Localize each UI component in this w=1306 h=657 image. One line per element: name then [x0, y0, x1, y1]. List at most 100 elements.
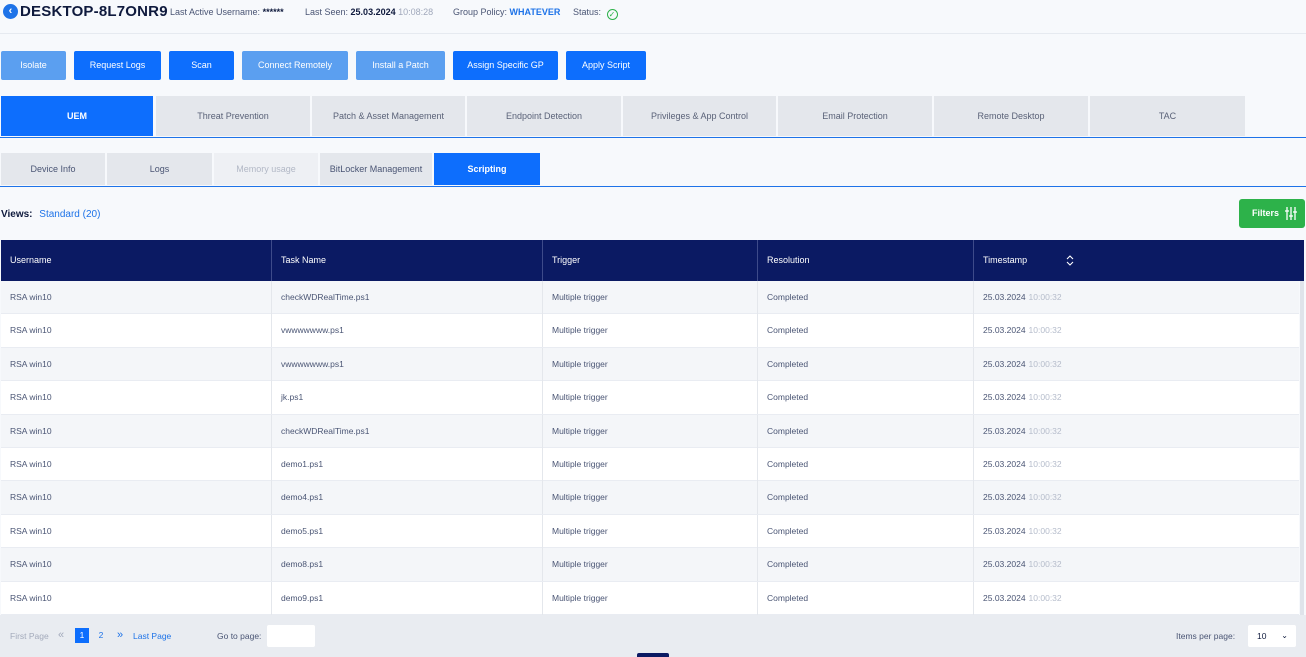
views-value[interactable]: Standard (20)	[39, 209, 100, 220]
cell-resolution: Completed	[758, 514, 974, 548]
timestamp-date: 25.03.2024	[983, 525, 1026, 536]
cell-resolution: Completed	[758, 281, 974, 314]
install-patch-button[interactable]: Install a Patch	[356, 51, 445, 80]
column-username[interactable]: Username	[1, 240, 272, 281]
tab-email-protection[interactable]: Email Protection	[778, 96, 933, 136]
bottom-drawer-handle[interactable]	[637, 653, 669, 657]
last-seen-time: 10:08:28	[398, 7, 434, 17]
cell-trigger: Multiple trigger	[543, 581, 758, 615]
timestamp-time: 10:00:32	[1028, 459, 1062, 469]
tab-remote-desktop[interactable]: Remote Desktop	[934, 96, 1089, 136]
table-row[interactable]: RSA win10 jk.ps1 Multiple trigger Completed…	[1, 381, 1299, 415]
assign-gp-button[interactable]: Assign Specific GP	[453, 51, 558, 80]
cell-task-name: demo4.ps1	[272, 481, 543, 515]
items-per-page-value: 10	[1257, 631, 1267, 641]
tab-threat-prevention[interactable]: Threat Prevention	[156, 96, 311, 136]
table-row[interactable]: RSA win10 demo1.ps1 Multiple trigger Comple…	[1, 448, 1299, 482]
cell-task-name: demo5.ps1	[272, 514, 543, 548]
tab-tac[interactable]: TAC	[1090, 96, 1246, 136]
double-chevron-left-icon[interactable]: «	[58, 629, 64, 641]
cell-trigger: Multiple trigger	[543, 414, 758, 448]
tab-memory-usage[interactable]: Memory usage	[214, 153, 318, 185]
chevron-down-icon: ⌄	[1281, 631, 1288, 640]
filters-label: Filters	[1252, 208, 1280, 218]
goto-page-input[interactable]	[267, 625, 315, 647]
tab-endpoint-detection[interactable]: Endpoint Detection	[467, 96, 622, 136]
table-row[interactable]: RSA win10 checkWDRealTime.ps1 Multiple tri…	[1, 414, 1299, 448]
table-row[interactable]: RSA win10 demo9.ps1 Multiple trigger Comple…	[1, 581, 1299, 615]
column-trigger[interactable]: Trigger	[543, 240, 758, 281]
table-row[interactable]: RSA win10 vwwwwwww.ps1 Multiple trigger Com…	[1, 347, 1299, 382]
cell-timestamp: 25.03.2024 10:00:32	[974, 448, 1299, 481]
cell-trigger: Multiple trigger	[543, 514, 758, 548]
table-row[interactable]: RSA win10 vwwwwwww.ps1 Multiple trigger Com…	[1, 314, 1299, 348]
cell-username: RSA win10	[1, 347, 272, 381]
request-logs-button[interactable]: Request Logs	[74, 51, 161, 80]
page-2-button[interactable]: 2	[94, 628, 108, 643]
group-policy: Group Policy: WHATEVER	[453, 7, 560, 17]
cell-timestamp: 25.03.2024 10:00:32	[974, 582, 1299, 615]
device-status: Status: ✓	[573, 7, 618, 20]
table-row[interactable]: RSA win10 demo4.ps1 Multiple trigger Comple…	[1, 481, 1299, 515]
column-timestamp-label: Timestamp	[983, 255, 1028, 265]
goto-page-label: Go to page:	[217, 631, 262, 641]
connect-remotely-button[interactable]: Connect Remotely	[242, 51, 348, 80]
tab-scripting[interactable]: Scripting	[434, 153, 540, 185]
table-row[interactable]: RSA win10 checkWDRealTime.ps1 Multiple tri…	[1, 281, 1299, 315]
timestamp-time: 10:00:32	[1028, 292, 1062, 302]
cell-resolution: Completed	[758, 314, 974, 348]
filters-button[interactable]: Filters	[1239, 199, 1305, 228]
timestamp-date: 25.03.2024	[983, 325, 1026, 336]
timestamp-date: 25.03.2024	[983, 292, 1026, 302]
cell-task-name: vwwwwwww.ps1	[272, 347, 543, 381]
tab-uem[interactable]: UEM	[1, 96, 154, 136]
tab-logs[interactable]: Logs	[107, 153, 212, 185]
tab-patch-asset-management[interactable]: Patch & Asset Management	[312, 96, 466, 136]
cell-trigger: Multiple trigger	[543, 448, 758, 481]
column-timestamp[interactable]: Timestamp	[974, 240, 1304, 281]
cell-resolution: Completed	[758, 481, 974, 515]
first-page-link[interactable]: First Page	[10, 631, 49, 641]
table-row[interactable]: RSA win10 demo5.ps1 Multiple trigger Comple…	[1, 514, 1299, 549]
last-active-value: ******	[262, 7, 284, 17]
status-label: Status:	[573, 7, 602, 17]
timestamp-date: 25.03.2024	[983, 425, 1026, 436]
isolate-button[interactable]: Isolate	[1, 51, 66, 80]
last-page-link[interactable]: Last Page	[133, 631, 171, 641]
items-per-page-select[interactable]: 10 ⌄	[1248, 625, 1296, 647]
timestamp-time: 10:00:32	[1028, 559, 1062, 570]
cell-timestamp: 25.03.2024 10:00:32	[974, 481, 1299, 514]
cell-timestamp: 25.03.2024 10:00:32	[974, 515, 1299, 548]
tab-privileges-app-control[interactable]: Privileges & App Control	[623, 96, 777, 136]
apply-script-button[interactable]: Apply Script	[566, 51, 646, 80]
table-row[interactable]: RSA win10 demo8.ps1 Multiple trigger Comple…	[1, 548, 1299, 582]
cell-timestamp: 25.03.2024 10:00:32	[974, 381, 1299, 414]
views-label: Views:	[1, 209, 33, 220]
table-scrollbar[interactable]	[1300, 281, 1304, 615]
tab-device-info[interactable]: Device Info	[1, 153, 105, 185]
tab-bitlocker-management[interactable]: BitLocker Management	[320, 153, 432, 185]
timestamp-date: 25.03.2024	[983, 559, 1026, 570]
timestamp-date: 25.03.2024	[983, 392, 1026, 403]
back-icon[interactable]: ‹	[3, 4, 18, 19]
cell-trigger: Multiple trigger	[543, 314, 758, 348]
last-seen-date: 25.03.2024	[350, 7, 396, 17]
scan-button[interactable]: Scan	[169, 51, 234, 80]
device-header: ‹ DESKTOP-8L7ONR9 Last Active Username: …	[0, 0, 1306, 34]
last-seen: Last Seen: 25.03.2024 10:08:28	[305, 7, 433, 17]
column-resolution[interactable]: Resolution	[758, 240, 974, 281]
timestamp-time: 10:00:32	[1028, 492, 1062, 503]
cell-username: RSA win10	[1, 281, 272, 314]
page-1-button[interactable]: 1	[75, 628, 89, 643]
sort-icon[interactable]	[1066, 255, 1074, 266]
pagination: First Page « 1 2 » Last Page Go to page:…	[0, 615, 1306, 657]
last-seen-label: Last Seen:	[305, 7, 349, 17]
cell-username: RSA win10	[1, 481, 272, 515]
cell-username: RSA win10	[1, 414, 272, 448]
group-policy-value[interactable]: WHATEVER	[510, 7, 561, 17]
cell-username: RSA win10	[1, 314, 272, 348]
double-chevron-right-icon[interactable]: »	[117, 629, 123, 641]
timestamp-time: 10:00:32	[1028, 425, 1062, 436]
column-task-name[interactable]: Task Name	[272, 240, 543, 281]
cell-timestamp: 25.03.2024 10:00:32	[974, 348, 1299, 381]
